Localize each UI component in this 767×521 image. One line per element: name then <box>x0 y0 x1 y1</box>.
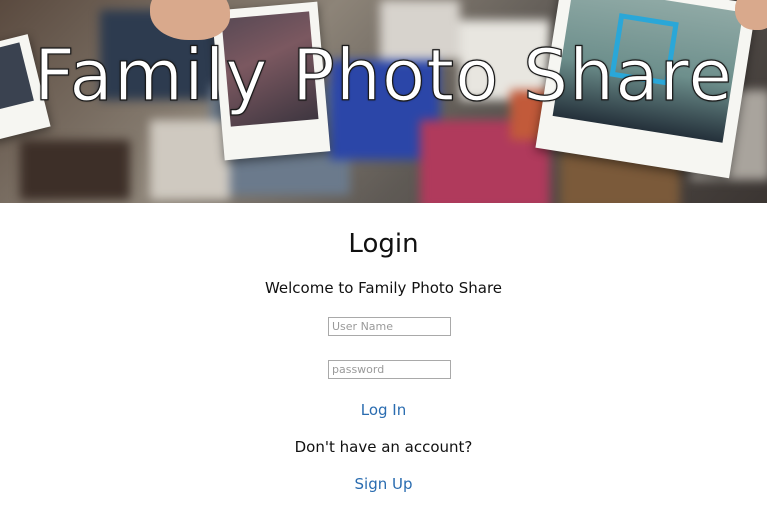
login-heading: Login <box>348 229 419 259</box>
signup-link[interactable]: Sign Up <box>355 475 413 493</box>
no-account-text: Don't have an account? <box>294 438 473 456</box>
username-input[interactable] <box>328 317 451 336</box>
password-input[interactable] <box>328 360 451 379</box>
signup-link-row: Sign Up <box>0 474 767 494</box>
welcome-text: Welcome to Family Photo Share <box>264 279 503 297</box>
login-link-row: Log In <box>0 400 767 420</box>
login-link[interactable]: Log In <box>361 401 407 419</box>
site-title: Family Photo Share <box>33 33 734 117</box>
hero-banner: Family Photo Share <box>0 0 767 203</box>
login-form: Login Welcome to Family Photo Share Log … <box>0 203 767 521</box>
page: Family Photo Share Login Welcome to Fami… <box>0 0 767 521</box>
